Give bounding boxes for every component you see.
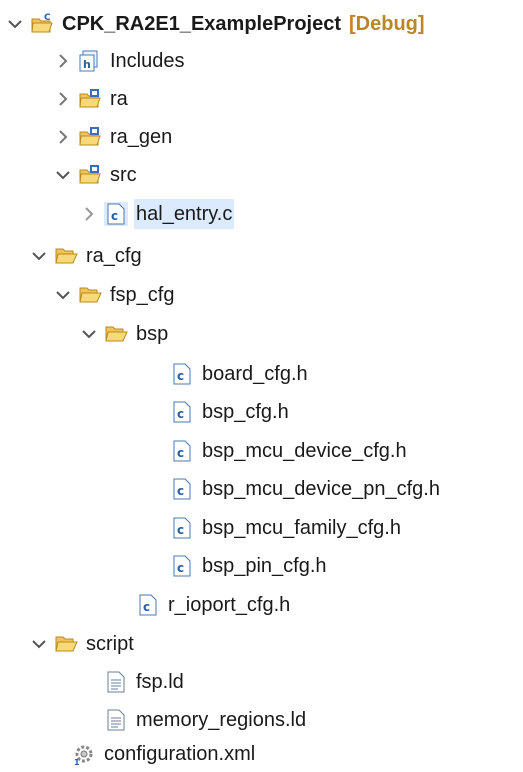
c-file-icon: c [170, 439, 194, 463]
chevron-down-icon[interactable] [80, 325, 98, 343]
tree-item-bsp[interactable]: bsp [80, 316, 170, 352]
tree-item-bsp-mcu-device-cfg[interactable]: c bsp_mcu_device_cfg.h [170, 433, 409, 469]
c-file-icon: c [170, 554, 194, 578]
chevron-down-icon[interactable] [30, 247, 48, 265]
tree-item-label: hal_entry.c [134, 199, 235, 229]
svg-text:c: c [177, 446, 184, 460]
c-file-icon: c [170, 516, 194, 540]
tree-item-label: bsp_mcu_family_cfg.h [202, 517, 401, 539]
source-folder-icon [78, 163, 102, 187]
project-explorer-tree: C CPK_RA2E1_ExampleProject [Debug] h Inc… [0, 0, 523, 772]
tree-item-ra[interactable]: ra [54, 81, 130, 117]
tree-item-label: fsp_cfg [110, 284, 175, 306]
source-folder-icon [78, 87, 102, 111]
tree-item-label: fsp.ld [136, 671, 184, 693]
tree-item-board-cfg[interactable]: c board_cfg.h [170, 356, 310, 392]
tree-item-label: src [110, 164, 137, 186]
c-file-icon: c [104, 202, 128, 226]
svg-text:1: 1 [74, 758, 80, 766]
chevron-right-icon[interactable] [80, 205, 98, 223]
svg-text:C: C [44, 13, 51, 23]
svg-text:c: c [177, 561, 184, 575]
tree-item-label: ra [110, 88, 128, 110]
tree-item-label: bsp_mcu_device_cfg.h [202, 440, 407, 462]
tree-item-label: Includes [110, 50, 185, 72]
tree-item-bsp-pin-cfg[interactable]: c bsp_pin_cfg.h [170, 548, 329, 584]
tree-item-label: ra_cfg [86, 245, 142, 267]
build-config-badge: [Debug] [349, 12, 425, 35]
tree-item-label: r_ioport_cfg.h [168, 594, 291, 616]
svg-text:c: c [111, 209, 118, 223]
project-name: CPK_RA2E1_ExampleProject [62, 13, 342, 35]
tree-item-label: bsp_cfg.h [202, 401, 289, 423]
svg-text:c: c [177, 407, 184, 421]
svg-text:h: h [83, 58, 91, 71]
tree-item-project[interactable]: C CPK_RA2E1_ExampleProject [Debug] [6, 6, 425, 42]
chevron-right-icon[interactable] [54, 90, 72, 108]
tree-item-label: bsp_pin_cfg.h [202, 555, 327, 577]
tree-item-ra-gen[interactable]: ra_gen [54, 119, 174, 155]
folder-open-icon [104, 322, 128, 346]
tree-item-bsp-cfg[interactable]: c bsp_cfg.h [170, 394, 291, 430]
tree-item-bsp-mcu-device-pn-cfg[interactable]: c bsp_mcu_device_pn_cfg.h [170, 471, 442, 507]
tree-item-script[interactable]: script [30, 626, 136, 662]
tree-item-label: board_cfg.h [202, 363, 308, 385]
tree-item-src[interactable]: src [54, 157, 139, 193]
tree-item-label: bsp_mcu_device_pn_cfg.h [202, 478, 440, 500]
tree-item-fsp-cfg[interactable]: fsp_cfg [54, 277, 176, 313]
project-folder-icon: C [30, 12, 54, 36]
chevron-down-icon[interactable] [54, 166, 72, 184]
tree-item-label: memory_regions.ld [136, 709, 307, 731]
chevron-right-icon[interactable] [54, 128, 72, 146]
svg-text:c: c [177, 523, 184, 537]
tree-item-includes[interactable]: h Includes [54, 43, 187, 79]
svg-text:c: c [177, 369, 184, 383]
c-file-icon: c [170, 400, 194, 424]
chevron-down-icon[interactable] [54, 286, 72, 304]
source-folder-icon [78, 125, 102, 149]
tree-item-memory-regions-ld[interactable]: memory_regions.ld [104, 702, 308, 738]
gear-config-icon: 1 [72, 742, 96, 766]
includes-icon: h [78, 49, 102, 73]
tree-item-bsp-mcu-family-cfg[interactable]: c bsp_mcu_family_cfg.h [170, 510, 403, 546]
tree-item-label: script [86, 633, 134, 655]
tree-item-r-ioport-cfg[interactable]: c r_ioport_cfg.h [136, 587, 292, 623]
tree-item-fsp-ld[interactable]: fsp.ld [104, 664, 186, 700]
tree-item-configuration-xml[interactable]: 1 configuration.xml [72, 736, 257, 772]
tree-item-label: bsp [136, 323, 169, 345]
c-file-icon: c [136, 593, 160, 617]
chevron-down-icon[interactable] [6, 15, 24, 33]
tree-item-ra-cfg[interactable]: ra_cfg [30, 238, 144, 274]
tree-item-label: configuration.xml [104, 743, 256, 765]
svg-text:c: c [177, 484, 184, 498]
svg-text:c: c [143, 600, 150, 614]
tree-item-hal-entry[interactable]: c hal_entry.c [80, 196, 235, 232]
chevron-down-icon[interactable] [30, 635, 48, 653]
tree-item-label: ra_gen [110, 126, 173, 148]
text-file-icon [104, 708, 128, 732]
c-file-icon: c [170, 477, 194, 501]
folder-open-icon [54, 244, 78, 268]
text-file-icon [104, 670, 128, 694]
folder-open-icon [78, 283, 102, 307]
c-file-icon: c [170, 362, 194, 386]
chevron-right-icon[interactable] [54, 52, 72, 70]
folder-open-icon [54, 632, 78, 656]
